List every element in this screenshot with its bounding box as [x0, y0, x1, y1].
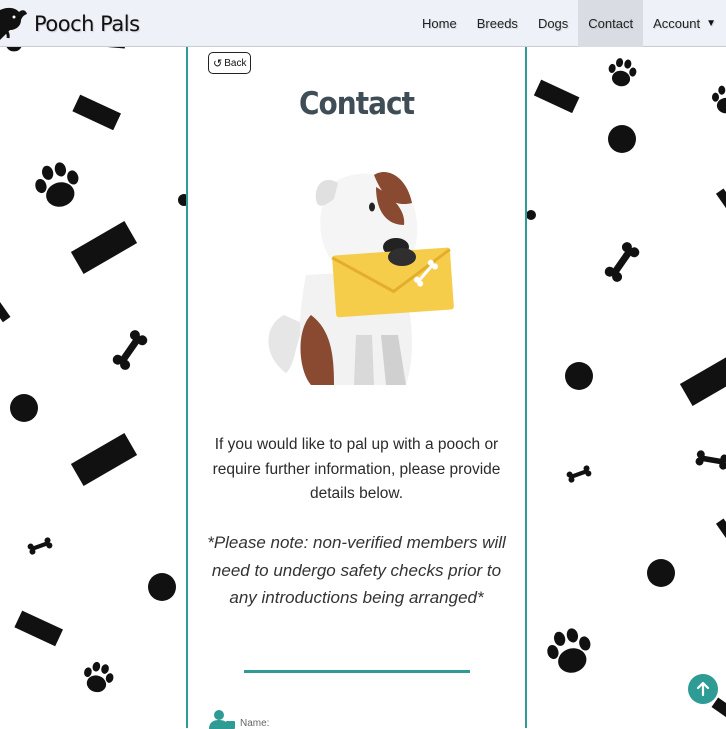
undo-arrow-icon: ↺: [213, 57, 223, 70]
nav-dogs[interactable]: Dogs: [528, 0, 578, 47]
brand-name: Pooch Pals: [34, 11, 140, 36]
arrow-up-icon: [696, 681, 710, 697]
nav-account-dropdown[interactable]: Account ▼: [643, 0, 726, 47]
nav-contact[interactable]: Contact: [578, 0, 644, 47]
page-title: Contact: [299, 85, 415, 122]
back-button[interactable]: ↺ Back: [208, 52, 252, 74]
navbar: Pooch Pals Home Breeds Dogs Contact Acco…: [0, 0, 726, 47]
name-label: Name:: [240, 718, 270, 729]
name-field-row: Name:: [208, 709, 269, 729]
nav-home[interactable]: Home: [412, 0, 467, 47]
section-divider: [244, 670, 470, 673]
dog-logo-icon: [0, 7, 27, 40]
scroll-to-top-button[interactable]: [688, 674, 718, 704]
intro-text: If you would like to pal up with a pooch…: [212, 436, 501, 502]
back-label: Back: [224, 57, 247, 69]
nav-menu: Home Breeds Dogs Contact Account ▼: [412, 0, 726, 47]
nav-account-label: Account: [653, 16, 701, 31]
dog-with-envelope-illustration: [268, 172, 454, 385]
user-icon: [209, 710, 235, 729]
verification-note: *Please note: non-verified members will …: [207, 533, 506, 607]
contact-card: ↺ Back Contact If you would like to pal …: [186, 47, 527, 729]
caret-down-icon: ▼: [706, 18, 716, 29]
nav-breeds[interactable]: Breeds: [467, 0, 528, 47]
brand-link[interactable]: Pooch Pals: [0, 0, 140, 47]
